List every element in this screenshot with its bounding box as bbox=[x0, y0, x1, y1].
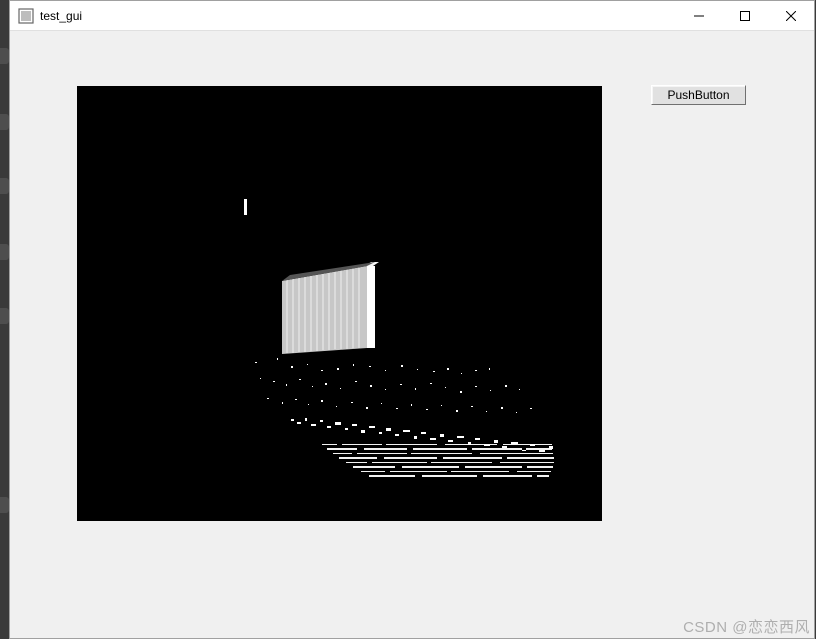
render-viewport[interactable] bbox=[77, 86, 602, 521]
push-button[interactable]: PushButton bbox=[651, 85, 746, 105]
titlebar[interactable]: test_gui bbox=[10, 1, 814, 31]
app-icon bbox=[18, 8, 34, 24]
minimize-button[interactable] bbox=[676, 1, 722, 30]
close-button[interactable] bbox=[768, 1, 814, 30]
window-title: test_gui bbox=[40, 9, 676, 23]
app-window: test_gui bbox=[9, 0, 815, 639]
maximize-button[interactable] bbox=[722, 1, 768, 30]
external-edge-decor bbox=[0, 0, 9, 639]
client-area: PushButton bbox=[10, 31, 814, 638]
titlebar-controls bbox=[676, 1, 814, 30]
